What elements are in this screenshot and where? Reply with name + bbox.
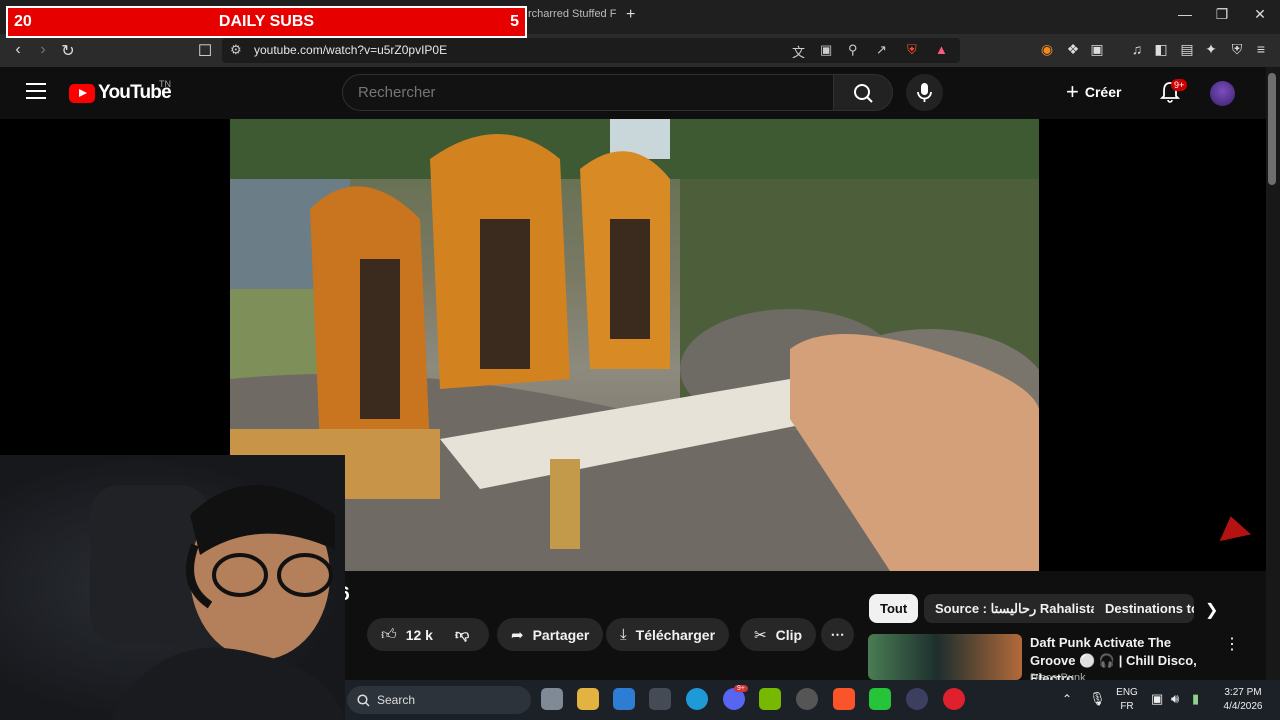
- download-button[interactable]: ⤓ Télécharger: [606, 618, 730, 651]
- video-scene-illustration: [230, 119, 1039, 571]
- share-arrow-icon: ➦: [511, 626, 524, 644]
- like-icon[interactable]: 👍︎: [381, 626, 397, 644]
- more-actions-button[interactable]: ⋯: [821, 618, 854, 651]
- scissors-icon: ✂: [754, 626, 767, 644]
- plus-icon: +: [1066, 79, 1079, 104]
- taskbar-search-label: Search: [377, 693, 416, 707]
- store-icon[interactable]: [613, 688, 635, 710]
- taskbar-search-icon: [357, 694, 370, 707]
- url-text[interactable]: youtube.com/watch?v=u5rZ0pvIP0E: [254, 43, 447, 57]
- share-label: Partager: [532, 626, 590, 643]
- search-box[interactable]: [342, 74, 834, 111]
- youtube-header: YouTube TN + Créer 9+: [0, 67, 1266, 119]
- bookmark-icon[interactable]: ☐: [195, 41, 215, 61]
- extensions-puzzle-icon[interactable]: ❖: [1064, 41, 1082, 58]
- vpn-icon[interactable]: ⛨: [1228, 41, 1246, 58]
- create-button[interactable]: + Créer: [1066, 79, 1121, 105]
- cast-icon[interactable]: ▣: [820, 42, 832, 58]
- language-en[interactable]: ENG: [1113, 687, 1141, 698]
- maximize-icon[interactable]: ❐: [1207, 6, 1237, 23]
- leo-ai-icon[interactable]: ✦: [1202, 41, 1220, 58]
- tray-chevron-icon[interactable]: ⌃: [1062, 692, 1072, 706]
- clock-date[interactable]: 4/4/2026: [1218, 701, 1268, 712]
- streamer-webcam-image: [90, 485, 345, 720]
- close-window-icon[interactable]: ✕: [1245, 6, 1275, 23]
- dislike-icon[interactable]: 👎︎: [455, 626, 469, 643]
- taskbar-search[interactable]: Search: [347, 686, 531, 714]
- scrollbar-thumb[interactable]: [1268, 73, 1276, 185]
- clip-button[interactable]: ✂ Clip: [740, 618, 817, 651]
- reload-icon[interactable]: ↻: [58, 41, 78, 61]
- browser-toolbar: ‹ › ↻ ☐ ⚙ youtube.com/watch?v=u5rZ0pvIP0…: [0, 34, 1280, 67]
- browser-tab-title[interactable]: rcharred Stuffed F: [528, 8, 618, 20]
- extension-icon[interactable]: ◉: [1038, 41, 1056, 58]
- country-code: TN: [159, 79, 171, 89]
- mic-tray-icon[interactable]: 🎙︎: [1089, 691, 1106, 707]
- file-explorer-icon[interactable]: [577, 688, 599, 710]
- daily-subs-banner: 20 DAILY SUBS 5: [6, 6, 527, 38]
- app-circle-icon[interactable]: [906, 688, 928, 710]
- network-icon[interactable]: ▣: [1151, 691, 1163, 707]
- clip-label: Clip: [775, 626, 803, 643]
- recommendation-thumbnail[interactable]: [868, 634, 1022, 680]
- forward-icon[interactable]: ›: [33, 41, 53, 59]
- like-count[interactable]: 12 k: [406, 627, 433, 643]
- discord-badge: 9+: [734, 685, 748, 692]
- brave-icon[interactable]: [833, 688, 855, 710]
- sidebar-icon[interactable]: ▣: [1088, 41, 1106, 58]
- chip-source[interactable]: Source : رحاليستا Rahalista: [924, 594, 1109, 623]
- volume-icon[interactable]: 🔊︎: [1171, 691, 1179, 707]
- download-label: Télécharger: [635, 626, 716, 643]
- hamburger-menu-icon[interactable]: [26, 83, 46, 99]
- more-vertical-icon[interactable]: ⋮: [1224, 634, 1240, 654]
- download-icon: ⤓: [620, 626, 627, 643]
- search-input[interactable]: [358, 84, 818, 101]
- opera-icon[interactable]: [943, 688, 965, 710]
- webcam-overlay: [0, 455, 345, 720]
- media-player-icon[interactable]: [869, 688, 891, 710]
- subs-left-count: 20: [14, 13, 32, 30]
- language-fr[interactable]: FR: [1113, 701, 1141, 712]
- obs-icon[interactable]: [796, 688, 818, 710]
- panel-icon[interactable]: ◧: [1152, 41, 1170, 58]
- youtube-logo[interactable]: YouTube: [69, 82, 172, 104]
- like-dislike-group: 👍︎ 12 k 👎︎: [367, 618, 489, 651]
- music-icon[interactable]: ♫: [1128, 41, 1146, 57]
- chevron-right-icon[interactable]: ❯: [1205, 600, 1218, 620]
- share-button[interactable]: ➦ Partager: [497, 618, 604, 651]
- video-frame[interactable]: [230, 119, 1039, 571]
- translate-icon[interactable]: 文: [792, 42, 805, 61]
- search-button[interactable]: [833, 74, 893, 111]
- voice-search-button[interactable]: [906, 74, 943, 111]
- zoom-icon[interactable]: ⚲: [848, 42, 858, 58]
- brave-shield-icon[interactable]: ⛨: [907, 42, 917, 58]
- minimize-icon[interactable]: —: [1170, 6, 1200, 22]
- user-avatar[interactable]: [1210, 81, 1235, 106]
- address-bar[interactable]: ⚙ youtube.com/watch?v=u5rZ0pvIP0E 文 ▣ ⚲ …: [222, 38, 960, 63]
- battery-icon[interactable]: ▮: [1192, 691, 1199, 707]
- menu-icon[interactable]: ≡: [1252, 41, 1270, 57]
- back-icon[interactable]: ‹: [8, 41, 28, 59]
- create-label: Créer: [1084, 84, 1122, 100]
- share-icon[interactable]: ↗: [876, 42, 887, 58]
- more-horizontal-icon: ⋯: [830, 626, 845, 642]
- site-settings-icon[interactable]: ⚙: [230, 42, 242, 58]
- task-view-icon[interactable]: [541, 688, 563, 710]
- nvidia-icon[interactable]: [759, 688, 781, 710]
- app-cube-icon[interactable]: [649, 688, 671, 710]
- clock-time[interactable]: 3:27 PM: [1218, 687, 1268, 698]
- notifications-badge: 9+: [1171, 79, 1188, 91]
- youtube-play-icon: [69, 83, 95, 103]
- microphone-icon: [917, 83, 932, 102]
- subs-banner-title: DAILY SUBS: [218, 13, 315, 30]
- brave-rewards-icon[interactable]: ▲: [935, 42, 948, 57]
- edge-icon[interactable]: [686, 688, 708, 710]
- wallet-icon[interactable]: ▤: [1178, 41, 1196, 58]
- chip-destinations[interactable]: Destinations to: [1094, 594, 1194, 623]
- subs-right-count: 5: [510, 13, 519, 30]
- stream-overlay-arrow-icon: [1215, 512, 1251, 542]
- search-icon: [854, 84, 873, 103]
- new-tab-button[interactable]: +: [626, 6, 635, 24]
- chip-all[interactable]: Tout: [869, 594, 919, 623]
